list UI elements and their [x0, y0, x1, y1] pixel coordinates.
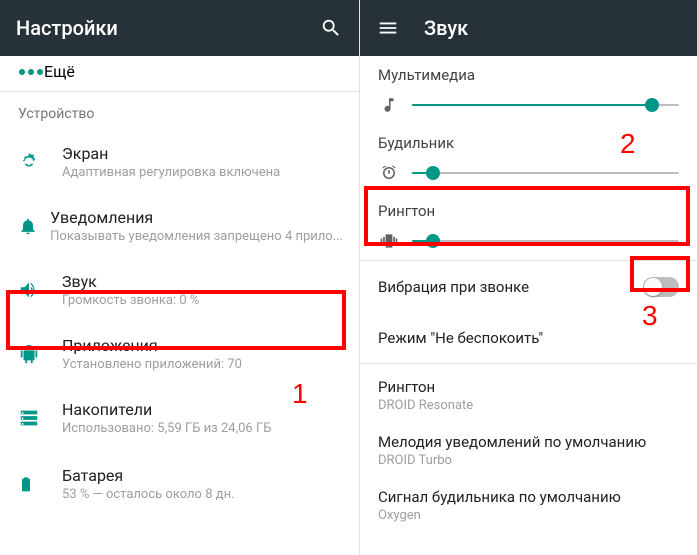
row-sub: Громкость звонка: 0 % — [62, 293, 343, 308]
android-icon — [18, 343, 40, 365]
row-label: Приложения — [62, 336, 343, 355]
more-label: Ещё — [44, 62, 75, 81]
row-storage[interactable]: Накопители Использовано: 5,59 ГБ из 24,0… — [0, 386, 359, 450]
row-label: Экран — [62, 144, 343, 163]
appbar-title: Настройки — [16, 16, 319, 40]
row-sub: Адаптивная регулировка включена — [62, 165, 343, 180]
slider-title: Мультимедиа — [378, 66, 679, 84]
row-battery[interactable]: Батарея 53 % — осталось около 8 дн. — [0, 450, 359, 508]
pref-title: Рингтон — [378, 378, 679, 396]
row-sub: Показывать уведомления запрещено 4 прило… — [50, 229, 343, 244]
row-sub: Использовано: 5,59 ГБ из 24,06 ГБ — [62, 421, 343, 436]
toggle-switch[interactable] — [643, 277, 679, 297]
pref-vibrate-on-call[interactable]: Вибрация при звонке — [360, 261, 697, 313]
slider-media[interactable]: Мультимедиа — [360, 56, 697, 124]
settings-pane: Настройки Ещё Устройство Экран Адаптивна… — [0, 0, 360, 555]
row-label: Накопители — [62, 400, 343, 419]
row-display[interactable]: Экран Адаптивная регулировка включена — [0, 130, 359, 194]
slider-track[interactable] — [412, 240, 679, 242]
slider-track[interactable] — [412, 104, 679, 106]
row-label: Уведомления — [50, 208, 343, 227]
pref-sub: DROID Resonate — [378, 398, 679, 413]
row-sound[interactable]: Звук Громкость звонка: 0 % — [0, 258, 359, 322]
storage-icon — [18, 407, 40, 429]
vibrate-icon — [378, 230, 400, 252]
pref-ringtone[interactable]: Рингтон DROID Resonate — [360, 364, 697, 423]
slider-alarm[interactable]: Будильник — [360, 124, 697, 192]
pref-alarm-sound[interactable]: Сигнал будильника по умолчанию Oxygen — [360, 478, 697, 529]
music-note-icon — [378, 94, 400, 116]
more-row[interactable]: Ещё — [0, 56, 359, 91]
more-icon — [18, 67, 44, 77]
battery-icon — [18, 472, 34, 496]
pref-title: Режим "Не беспокоить" — [378, 329, 543, 347]
pref-notification-sound[interactable]: Мелодия уведомлений по умолчанию DROID T… — [360, 423, 697, 478]
slider-track[interactable] — [412, 172, 679, 174]
pref-sub: DROID Turbo — [378, 453, 679, 468]
alarm-icon — [378, 162, 400, 184]
row-sub: 53 % — осталось около 8 дн. — [62, 487, 343, 502]
pref-title: Вибрация при звонке — [378, 278, 529, 296]
menu-icon[interactable] — [376, 16, 400, 40]
bell-icon — [18, 215, 38, 237]
sound-pane: Звук Мультимедиа Будильник Р — [360, 0, 697, 555]
row-apps[interactable]: Приложения Установлено приложений: 70 — [0, 322, 359, 386]
search-icon[interactable] — [319, 16, 343, 40]
pref-title: Сигнал будильника по умолчанию — [378, 488, 679, 506]
slider-ringtone[interactable]: Рингтон — [360, 192, 697, 260]
appbar-sound: Звук — [360, 0, 697, 56]
row-label: Звук — [62, 272, 343, 291]
row-label: Батарея — [62, 466, 343, 485]
pref-sub: Oxygen — [378, 508, 679, 523]
appbar-settings: Настройки — [0, 0, 359, 56]
brightness-icon — [18, 151, 40, 173]
pref-title: Мелодия уведомлений по умолчанию — [378, 433, 679, 451]
row-sub: Установлено приложений: 70 — [62, 357, 343, 372]
section-header: Устройство — [0, 92, 359, 130]
slider-title: Рингтон — [378, 202, 679, 220]
slider-title: Будильник — [378, 134, 679, 152]
volume-icon — [18, 279, 40, 301]
appbar-title: Звук — [424, 16, 681, 40]
pref-dnd[interactable]: Режим "Не беспокоить" — [360, 313, 697, 363]
row-notifications[interactable]: Уведомления Показывать уведомления запре… — [0, 194, 359, 258]
